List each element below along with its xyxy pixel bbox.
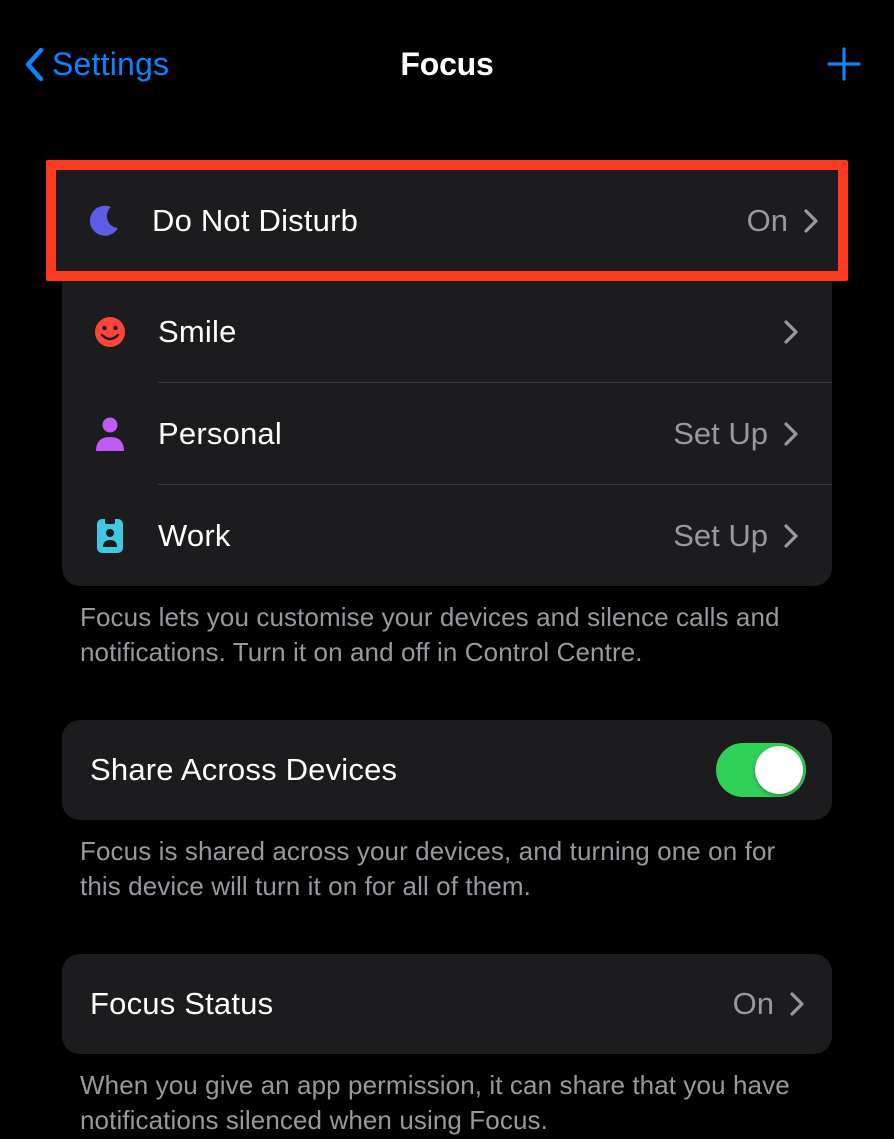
focus-row-work[interactable]: Work Set Up: [62, 485, 832, 586]
back-button[interactable]: Settings: [22, 45, 169, 83]
share-label: Share Across Devices: [90, 752, 716, 788]
focus-status-label: Focus Status: [90, 986, 733, 1022]
share-footer-text: Focus is shared across your devices, and…: [0, 820, 894, 904]
focus-footer-text: Focus lets you customise your devices an…: [0, 586, 894, 670]
chevron-right-icon: [804, 208, 820, 234]
focus-row-smile[interactable]: Smile: [62, 281, 832, 382]
share-section: Share Across Devices: [62, 720, 832, 820]
add-button[interactable]: [824, 44, 864, 84]
plus-icon: [827, 47, 861, 81]
back-label: Settings: [52, 46, 169, 83]
focus-status-section: Focus Status On: [62, 954, 832, 1054]
focus-row-label: Personal: [158, 416, 673, 452]
focus-row-do-not-disturb[interactable]: Do Not Disturb On: [56, 170, 838, 271]
nav-bar: Settings Focus: [0, 0, 894, 100]
chevron-right-icon: [784, 523, 800, 549]
page-title: Focus: [400, 46, 493, 83]
badge-icon: [84, 517, 136, 555]
focus-row-label: Work: [158, 518, 673, 554]
focus-modes-group: Smile Personal Set Up: [62, 281, 832, 586]
focus-status-footer-text: When you give an app permission, it can …: [0, 1054, 894, 1138]
chevron-right-icon: [790, 991, 806, 1017]
focus-row-label: Do Not Disturb: [152, 203, 747, 239]
focus-row-value: Set Up: [673, 416, 768, 452]
share-across-devices-row: Share Across Devices: [62, 720, 832, 820]
focus-status-row[interactable]: Focus Status On: [62, 954, 832, 1054]
focus-row-label: Smile: [158, 314, 784, 350]
chevron-right-icon: [784, 319, 800, 345]
smile-icon: [84, 315, 136, 349]
share-toggle[interactable]: [716, 743, 806, 797]
toggle-knob: [755, 746, 803, 794]
focus-row-value: Set Up: [673, 518, 768, 554]
moon-icon: [78, 203, 130, 239]
chevron-left-icon: [22, 45, 46, 83]
highlighted-row-do-not-disturb: Do Not Disturb On: [46, 160, 848, 281]
chevron-right-icon: [784, 421, 800, 447]
focus-row-value: On: [747, 203, 788, 239]
content: Do Not Disturb On Smile: [0, 160, 894, 1139]
person-icon: [84, 415, 136, 453]
focus-status-value: On: [733, 986, 774, 1022]
focus-row-personal[interactable]: Personal Set Up: [62, 383, 832, 484]
